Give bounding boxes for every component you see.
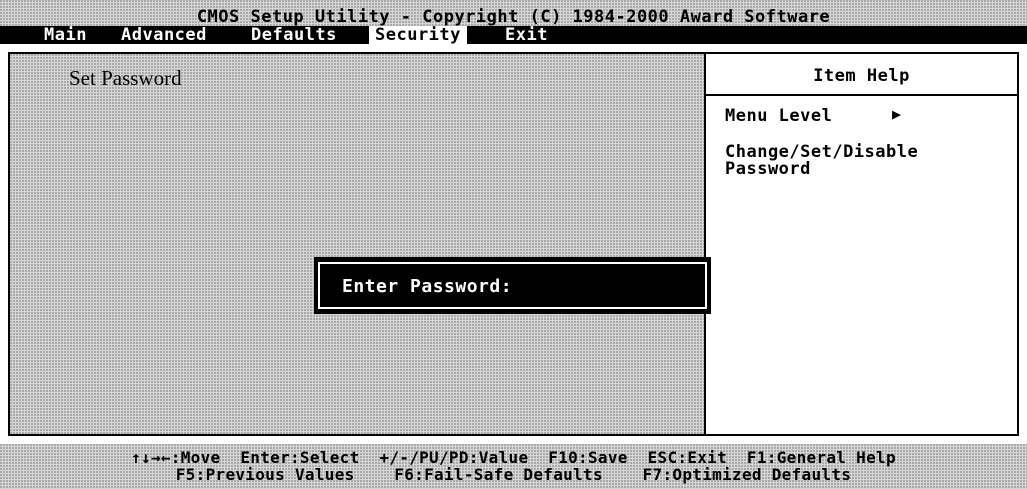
menu-tab-main[interactable]: Main — [38, 26, 93, 44]
menu-tab-exit[interactable]: Exit — [499, 26, 554, 44]
window-title: CMOS Setup Utility - Copyright (C) 1984-… — [196, 7, 831, 27]
status-bar: ↑↓→←:Move Enter:Select +/-/PU/PD:Value F… — [0, 444, 1027, 489]
password-label: Enter Password: — [342, 276, 513, 297]
main-frame: Set Password Item Help Menu Level ▶ Chan… — [8, 52, 1019, 436]
item-help-title: Item Help — [813, 66, 910, 86]
menu-bar: Main Advanced Defaults Security Exit — [0, 26, 1027, 44]
password-dialog: Enter Password: — [314, 257, 711, 314]
help-description: Change/Set/Disable Password — [725, 142, 919, 179]
key-help-line-2: F5:Previous Values F6:Fail-Safe Defaults… — [175, 465, 852, 484]
item-help-panel: Item Help Menu Level ▶ Change/Set/Disabl… — [706, 54, 1017, 434]
right-triangle-icon: ▶ — [892, 105, 902, 123]
menu-tab-advanced[interactable]: Advanced — [115, 26, 213, 44]
password-input[interactable] — [542, 274, 692, 296]
set-password-item[interactable]: Set Password — [69, 66, 182, 91]
menu-tab-security[interactable]: Security — [369, 26, 467, 44]
key-help-line-1: ↑↓→←:Move Enter:Select +/-/PU/PD:Value F… — [131, 448, 896, 467]
item-help-header: Item Help — [706, 54, 1017, 96]
options-panel: Set Password — [10, 54, 706, 434]
menu-tab-defaults[interactable]: Defaults — [245, 26, 343, 44]
menu-level-label: Menu Level — [725, 106, 833, 126]
title-bar: CMOS Setup Utility - Copyright (C) 1984-… — [0, 0, 1027, 44]
password-dialog-frame: Enter Password: — [318, 262, 707, 309]
